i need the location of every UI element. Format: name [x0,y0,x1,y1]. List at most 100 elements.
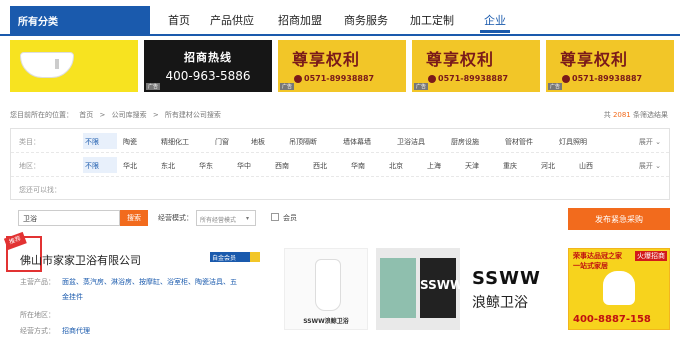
region-option[interactable]: 河北 [541,161,555,171]
phone-icon [428,74,436,83]
ad-subline: 一站式家居 [573,262,608,270]
vip-title: 尊享权利 [292,50,361,69]
mode-label: 经营模式： [158,214,193,222]
phone-icon [294,74,302,83]
thumb-logo: SSWW浪鲸卫浴 [303,318,349,325]
region-option[interactable]: 华中 [237,161,251,171]
region-label: 所在地区： [20,311,55,319]
ad-thumb[interactable]: 荣事达品冠之家 一站式家居 火爆招商 400-8887-158 [568,248,670,330]
phone-icon [562,74,570,83]
filter-panel: 类目： 不限 陶瓷 精细化工 门窗 地板 吊顶隔断 墙体幕墙 卫浴洁具 厨房设施… [10,128,670,200]
region-option[interactable]: 西北 [313,161,327,171]
breadcrumb-sep: > [99,111,106,119]
ad-phone: 400-8887-158 [573,314,651,325]
region-option[interactable]: 东北 [161,161,175,171]
urgent-purchase-button[interactable]: 发布紧急采购 [568,208,670,230]
category-option[interactable]: 管材管件 [505,137,533,147]
member-checkbox-label: 会员 [283,214,297,222]
category-filter-row: 类目： 不限 陶瓷 精细化工 门窗 地板 吊顶隔断 墙体幕墙 卫浴洁具 厨房设施… [11,129,669,153]
nav-processing[interactable]: 加工定制 [410,12,454,28]
breadcrumb-company-search[interactable]: 公司库搜索 [112,111,147,119]
main-products-value[interactable]: 面盆、蒸汽房、淋浴房、按摩缸、浴室柜、陶瓷洁具、五 [62,277,237,287]
banner-vip-3[interactable]: 尊享权利 0571-89938887 广告 [546,40,674,92]
ad-tag: 广告 [414,83,429,90]
category-option[interactable]: 吊顶隔断 [289,137,317,147]
vip-phone: 0571-89938887 [294,74,374,83]
region-option[interactable]: 山西 [579,161,593,171]
nav-services[interactable]: 商务服务 [344,12,388,28]
nav-products[interactable]: 产品供应 [210,12,254,28]
region-option[interactable]: 天津 [465,161,479,171]
result-count-number: 2081 [612,111,631,119]
region-option[interactable]: 西南 [275,161,289,171]
top-nav: 所有分类 首页 产品供应 招商加盟 商务服务 加工定制 企业 [0,0,680,36]
ad-tag: 广告 [146,83,161,90]
chevron-down-icon: ⌄ [655,138,661,146]
product-thumb-3[interactable]: SSWW 浪鲸卫浴 [466,248,556,330]
company-name-link[interactable]: 佛山市家家卫浴有限公司 [20,252,141,268]
main-products-label: 主营产品： [20,278,55,286]
breadcrumb-home[interactable]: 首页 [79,111,93,119]
toilet-image [315,259,341,311]
category-option[interactable]: 不限 [85,137,99,147]
nav-enterprise[interactable]: 企业 [484,12,506,28]
breadcrumb-sep: > [152,111,159,119]
breadcrumb-current: 所有建材公司搜索 [164,111,221,119]
chevron-down-icon: ▾ [246,215,250,222]
hot-badge: 火爆招商 [635,251,667,261]
member-checkbox[interactable] [271,213,279,221]
ad-tag: 广告 [280,83,295,90]
hotline-title: 招商热线 [184,51,232,64]
banner-sink[interactable] [10,40,138,92]
category-option[interactable]: 精细化工 [161,137,189,147]
thumb-brand-cn: 浪鲸卫浴 [472,295,528,311]
category-option[interactable]: 灯具照明 [559,137,587,147]
region-expand[interactable]: 展开 ⌄ [639,161,661,171]
selected-row: 您还可以找： [11,177,669,201]
category-filter-label: 类目： [19,138,40,146]
thumb-brand: SSWW [472,268,541,289]
chevron-down-icon: ⌄ [655,162,661,170]
nav-franchise[interactable]: 招商加盟 [278,12,322,28]
breadcrumb-prefix: 您目前所在的位置： [10,111,73,119]
region-filter-row: 地区： 不限 华北 东北 华东 华中 西南 西北 华南 北京 上海 天津 重庆 … [11,153,669,177]
region-filter-label: 地区： [19,162,40,170]
ad-headline: 荣事达品冠之家 [573,252,622,260]
region-option[interactable]: 北京 [389,161,403,171]
selected-label: 您还可以找： [19,186,61,194]
nav-home[interactable]: 首页 [168,12,190,28]
badge-icon [250,252,260,262]
region-option[interactable]: 华北 [123,161,137,171]
category-expand[interactable]: 展开 ⌄ [639,137,661,147]
hotline-phone: 400-963-5886 [165,69,251,83]
search-input[interactable]: 卫浴 [18,210,120,226]
banner-hotline[interactable]: 招商热线 400-963-5886 广告 [144,40,272,92]
main-products-value-cont[interactable]: 金挂件 [62,292,83,302]
mode-value[interactable]: 招商代理 [62,326,90,336]
category-option[interactable]: 门窗 [215,137,229,147]
banner-vip-1[interactable]: 尊享权利 0571-89938887 广告 [278,40,406,92]
region-option[interactable]: 华南 [351,161,365,171]
product-thumb-2[interactable]: SSWW [376,248,460,330]
category-option[interactable]: 卫浴洁具 [397,137,425,147]
sink-image [20,52,74,78]
region-option[interactable]: 上海 [427,161,441,171]
vip-title: 尊享权利 [426,50,495,69]
toilet-seat-image [603,271,635,305]
banner-vip-2[interactable]: 尊享权利 0571-89938887 广告 [412,40,540,92]
region-option[interactable]: 华东 [199,161,213,171]
category-option[interactable]: 厨房设施 [451,137,479,147]
region-option[interactable]: 不限 [85,161,99,171]
category-option[interactable]: 墙体幕墙 [343,137,371,147]
region-option[interactable]: 重庆 [503,161,517,171]
vip-phone: 0571-89938887 [562,74,642,83]
category-option[interactable]: 陶瓷 [123,137,137,147]
category-option[interactable]: 地板 [251,137,265,147]
thumb-pane [380,258,416,318]
all-categories-button[interactable]: 所有分类 [10,6,150,34]
product-thumb-1[interactable]: SSWW浪鲸卫浴 [284,248,368,330]
result-count: 共 2081 条筛选结果 [603,111,668,119]
nav-active-underline [480,30,510,33]
ad-tag: 广告 [548,83,563,90]
search-button[interactable]: 搜索 [120,210,148,226]
